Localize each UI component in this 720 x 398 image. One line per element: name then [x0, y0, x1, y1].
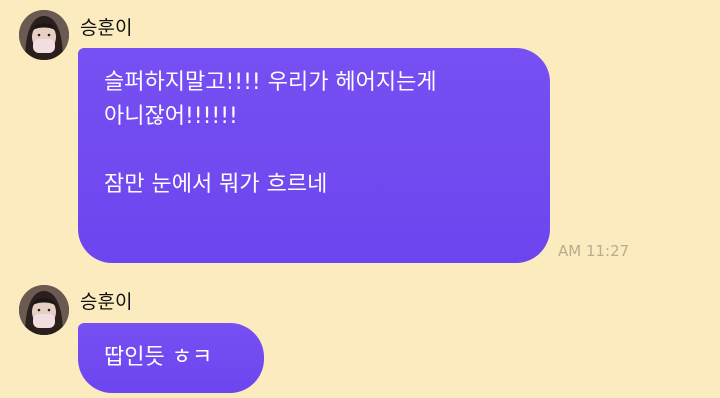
sender-name: 승훈이: [80, 17, 133, 39]
message-line: 아니잖어!!!!!!: [104, 104, 238, 129]
message-group: 승훈이 슬퍼하지말고!!!! 우리가 헤어지는게 아니잖어!!!!!! 잠만 눈…: [0, 0, 720, 270]
sender-name: 승훈이: [80, 291, 133, 313]
avatar[interactable]: [19, 285, 69, 335]
message-line: 슬퍼하지말고!!!! 우리가 헤어지는게: [104, 70, 437, 95]
message-group: 승훈이 땁인듯 ㅎㅋ: [0, 280, 720, 398]
message-bubble[interactable]: 슬퍼하지말고!!!! 우리가 헤어지는게 아니잖어!!!!!! 잠만 눈에서 뭐…: [78, 48, 550, 263]
message-line: [104, 134, 526, 168]
message-line: 잠만 눈에서 뭐가 흐르네: [104, 172, 328, 197]
message-timestamp: AM 11:27: [558, 242, 630, 260]
message-bubble[interactable]: 땁인듯 ㅎㅋ: [78, 323, 264, 393]
message-line: 땁인듯 ㅎㅋ: [104, 345, 213, 370]
avatar[interactable]: [19, 10, 69, 60]
profile-photo-icon: [19, 10, 69, 60]
profile-photo-icon: [19, 285, 69, 335]
